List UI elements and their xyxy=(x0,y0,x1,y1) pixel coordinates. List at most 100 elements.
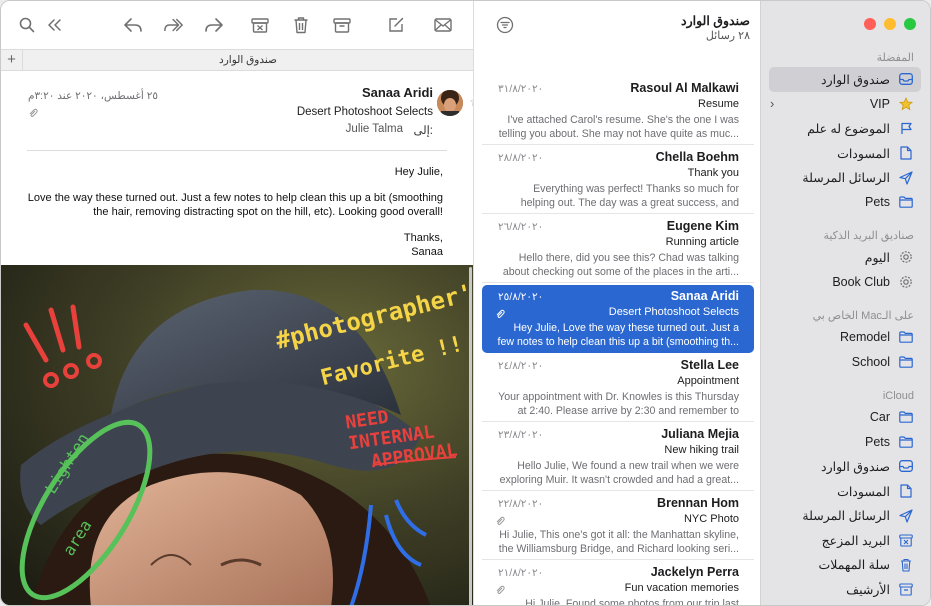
sidebar-item[interactable]: المسودات xyxy=(760,479,930,504)
sidebar-item[interactable]: سلة المهملات xyxy=(760,553,930,578)
message-row[interactable]: Chella Boehm ٢٨/٨/٢٠٢٠ Thank you Everything… xyxy=(482,146,754,215)
new-tab-button[interactable]: + xyxy=(1,50,23,71)
forward-icon[interactable] xyxy=(204,15,224,35)
toolbar-overflow-icon[interactable] xyxy=(45,15,65,35)
message-date: ٢٤/٨/٢٠٢٠ xyxy=(498,359,544,372)
sidebar-section-onmac: على الـMac الخاص بي Remodel School xyxy=(760,307,930,374)
sidebar-item[interactable]: الموضوع له علم xyxy=(760,116,930,141)
folder-icon xyxy=(898,329,914,345)
filter-icon[interactable] xyxy=(496,16,514,34)
sidebar-item-label: Pets xyxy=(864,434,890,449)
paperclip-icon xyxy=(495,584,505,595)
message-date: ٢٥/٨/٢٠٢٠ xyxy=(498,290,544,303)
message-row[interactable]: Eugene Kim ٢٦/٨/٢٠٢٠ Running article Hello … xyxy=(482,215,754,284)
attached-photo[interactable]: #photographer's Favorite !! NEED INTERNA… xyxy=(1,265,473,605)
sidebar-item[interactable]: المسودات xyxy=(760,141,930,166)
message-date: ٢١/٨/٢٠٢٠ xyxy=(498,567,544,580)
sidebar-item-label: VIP xyxy=(869,96,890,111)
compose-icon[interactable] xyxy=(386,15,406,35)
sidebar-item[interactable]: صندوق الوارد xyxy=(769,67,921,92)
reading-pane: + صندوق الوارد ☆ Sanaa Aridi Desert Phot… xyxy=(1,1,480,605)
sidebar-section-smart: صناديق البريد الذكية اليوم Book Club xyxy=(760,227,930,294)
sidebar-item-label: Remodel xyxy=(839,330,890,345)
sidebar-item-label: الأرشيف xyxy=(846,582,890,597)
to-label: إلى: xyxy=(413,125,434,137)
paperclip-icon xyxy=(495,515,505,526)
body-text: Love the way these turned out. Just a fe… xyxy=(27,192,443,218)
trash-icon[interactable] xyxy=(291,15,311,35)
message-row[interactable]: Rasoul Al Malkawi ٣١/٨/٢٠٢٠ Resume I've att… xyxy=(482,77,754,145)
message-row[interactable]: Stella Lee ٢٤/٨/٢٠٢٠ Appointment Your appoi… xyxy=(482,354,754,422)
list-toolbar: صندوق الوارد ٢٨ رسائل xyxy=(474,1,762,49)
minimize-button[interactable] xyxy=(884,18,896,30)
avatar xyxy=(437,90,463,116)
sidebar-item[interactable]: Pets xyxy=(760,190,930,215)
folder-icon xyxy=(898,194,914,210)
chevron-icon[interactable]: ‹ xyxy=(770,96,774,111)
sidebar-item[interactable]: Book Club xyxy=(760,270,930,295)
inbox-icon xyxy=(898,458,914,474)
sidebar-item-label: صندوق الوارد xyxy=(821,72,890,87)
sidebar-item-label: School xyxy=(851,354,890,369)
header-divider xyxy=(27,150,447,151)
sidebar-item[interactable]: صندوق الوارد xyxy=(760,454,930,479)
sidebar-item[interactable]: Car xyxy=(760,405,930,430)
message-preview: I've attached Carol's resume. She's the … xyxy=(498,114,739,140)
sidebar-item-label: سلة المهملات xyxy=(818,558,890,573)
sender-name: Sanaa Aridi xyxy=(361,85,433,100)
sidebar-item-label: Car xyxy=(869,410,890,425)
mailbox-title: صندوق الوارد ٢٨ رسائل xyxy=(681,13,750,42)
sidebar-item[interactable]: School xyxy=(760,350,930,375)
sidebar-item[interactable]: Remodel xyxy=(760,325,930,350)
message-subject: NYC Photo xyxy=(683,513,739,526)
search-icon[interactable] xyxy=(17,15,37,35)
mail-window: + صندوق الوارد ☆ Sanaa Aridi Desert Phot… xyxy=(0,0,931,606)
paperplane-icon xyxy=(898,170,914,186)
document-icon xyxy=(898,145,914,161)
sidebar-item[interactable]: الرسائل المرسلة xyxy=(760,165,930,190)
sidebar-heading: المفضلة xyxy=(876,52,914,64)
mailbox-name: صندوق الوارد xyxy=(681,14,750,28)
reply-all-icon[interactable] xyxy=(164,15,184,35)
sidebar-item[interactable]: اليوم xyxy=(760,245,930,270)
message-date: ٢٦/٨/٢٠٢٠ xyxy=(498,221,544,234)
sidebar-heading: iCloud xyxy=(882,390,914,402)
tab-inbox[interactable]: صندوق الوارد xyxy=(23,50,473,71)
folder-icon xyxy=(898,354,914,370)
junk-icon xyxy=(898,532,914,548)
message-preview: Everything was perfect! Thanks so much f… xyxy=(520,183,739,210)
sidebar-item[interactable]: Pets xyxy=(760,430,930,455)
message-sender: Rasoul Al Malkawi xyxy=(630,81,739,95)
sidebar-item[interactable]: البريد المزعج xyxy=(760,528,930,553)
message-preview: Your appointment with Dr. Knowles is thi… xyxy=(498,390,739,417)
reply-icon[interactable] xyxy=(123,15,143,35)
message-subject: Appointment xyxy=(677,374,739,387)
recipient-name[interactable]: Julie Talma xyxy=(346,123,403,135)
sidebar-item-label: الرسائل المرسلة xyxy=(802,171,890,186)
reader-scrollbar[interactable] xyxy=(469,267,472,605)
star-icon xyxy=(898,96,914,112)
body-greeting: Hey Julie, xyxy=(394,166,443,178)
message-row[interactable]: Brennan Hom ٢٢/٨/٢٠٢٠ NYC Photo Hi Julie, T… xyxy=(482,492,754,561)
close-button[interactable] xyxy=(864,18,876,30)
zoom-button[interactable] xyxy=(904,18,916,30)
body-signoff: Thanks, xyxy=(403,232,443,244)
flag-icon xyxy=(898,120,914,136)
junk-icon[interactable] xyxy=(250,15,270,35)
envelope-icon[interactable] xyxy=(433,15,453,35)
archive-icon[interactable] xyxy=(332,15,352,35)
sidebar-heading: على الـMac الخاص بي xyxy=(812,310,914,322)
tab-bar: + صندوق الوارد xyxy=(1,49,473,71)
sidebar-item[interactable]: VIP ‹ xyxy=(760,92,930,117)
inbox-icon xyxy=(898,71,914,87)
message-row[interactable]: Jackelyn Perra ٢١/٨/٢٠٢٠ Fun vacation memo… xyxy=(482,561,754,605)
message-row[interactable]: Juliana Mejia ٢٣/٨/٢٠٢٠ New hiking trail He… xyxy=(482,423,754,491)
archive-icon xyxy=(898,581,914,597)
sidebar-item[interactable]: الرسائل المرسلة xyxy=(760,503,930,528)
gear-icon xyxy=(898,249,914,265)
sidebar-item[interactable]: الأرشيف xyxy=(760,577,930,602)
sidebar-section-favorites: المفضلة صندوق الوارد VIP ‹ الموضوع له علم الم… xyxy=(760,49,930,215)
message-row[interactable]: Sanaa Aridi ٢٥/٨/٢٠٢٠ Desert Photoshoot Se… xyxy=(482,284,754,353)
message-preview: Hello Julie, We found a new trail when w… xyxy=(499,460,739,486)
gear-icon xyxy=(898,274,914,290)
